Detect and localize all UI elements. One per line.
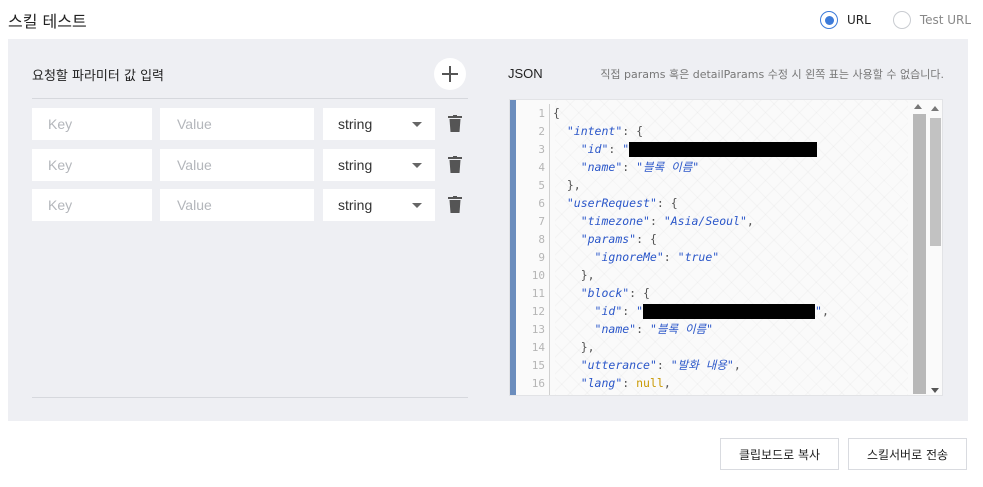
json-editor[interactable]: 1{ 2 "intent": { 3 "id": " 4 "name": "블록…	[509, 99, 943, 396]
param-type-value: string	[338, 116, 373, 132]
url-radio[interactable]	[820, 11, 838, 29]
param-key-input[interactable]	[32, 189, 152, 221]
trash-icon[interactable]	[447, 115, 463, 133]
scrollbar-thumb[interactable]	[930, 118, 941, 246]
param-key-input[interactable]	[32, 108, 152, 140]
trash-icon[interactable]	[447, 156, 463, 174]
param-key-input[interactable]	[32, 149, 152, 181]
test-url-radio-option[interactable]: Test URL	[892, 11, 972, 29]
editor-scroll-track[interactable]	[913, 114, 926, 394]
test-url-radio[interactable]	[892, 11, 911, 29]
chevron-down-icon	[412, 121, 422, 127]
chevron-up-icon[interactable]	[914, 104, 922, 109]
param-row: string	[32, 149, 472, 181]
chevron-down-icon	[412, 202, 422, 208]
page-title: 스킬 테스트	[8, 12, 87, 31]
json-note: 직접 params 혹은 detailParams 수정 시 왼쪽 표는 사용할…	[600, 68, 944, 81]
trash-icon[interactable]	[447, 196, 463, 214]
param-type-select[interactable]: string	[323, 149, 435, 181]
send-to-skill-server-button[interactable]: 스킬서버로 전송	[848, 438, 967, 470]
json-code: 1{ 2 "intent": { 3 "id": " 4 "name": "블록…	[516, 104, 911, 395]
chevron-up-icon[interactable]	[931, 106, 939, 111]
param-row: string	[32, 189, 472, 221]
divider	[32, 397, 468, 398]
scrollbar[interactable]	[928, 104, 942, 395]
chevron-down-icon[interactable]	[931, 388, 939, 393]
param-row: string	[32, 108, 472, 140]
chevron-down-icon	[412, 162, 422, 168]
url-mode-radio-group: URL Test URL	[820, 11, 971, 29]
add-param-button[interactable]	[434, 58, 466, 90]
param-type-select[interactable]: string	[323, 189, 435, 221]
url-radio-option[interactable]: URL	[820, 11, 871, 29]
url-radio-label: URL	[847, 13, 871, 27]
json-title: JSON	[508, 66, 543, 81]
redacted-block	[643, 304, 816, 319]
param-type-value: string	[338, 197, 373, 213]
skill-test-panel: 요청할 파라미터 값 입력 string string strin	[8, 39, 968, 421]
copy-to-clipboard-button[interactable]: 클립보드로 복사	[720, 438, 839, 470]
param-value-input[interactable]	[160, 189, 314, 221]
params-title: 요청할 파라미터 값 입력	[32, 69, 164, 84]
redacted-block	[629, 142, 818, 157]
test-url-radio-label: Test URL	[919, 13, 972, 27]
divider	[32, 98, 468, 99]
param-value-input[interactable]	[160, 149, 314, 181]
param-type-value: string	[338, 157, 373, 173]
param-type-select[interactable]: string	[323, 108, 435, 140]
param-value-input[interactable]	[160, 108, 314, 140]
